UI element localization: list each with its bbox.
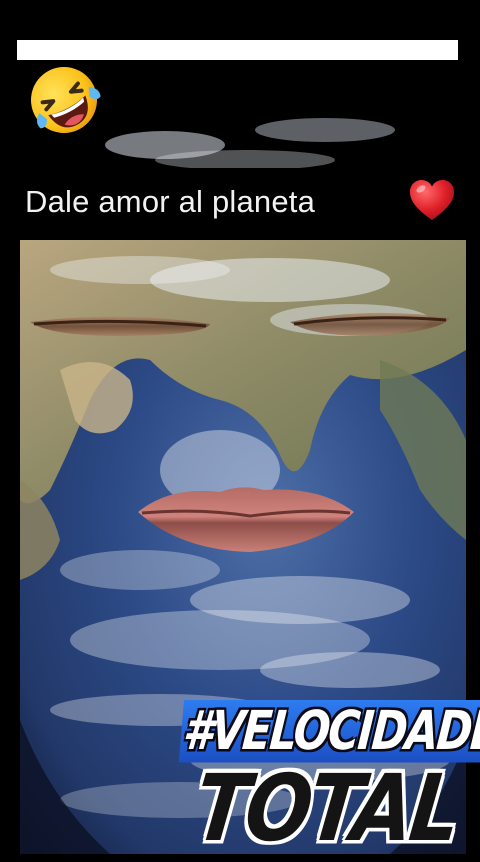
rolling-laughing-face-icon: [30, 67, 101, 133]
red-heart-icon: [410, 180, 454, 220]
video-caption: Dale amor al planeta: [25, 184, 316, 219]
brand-hashtag: #VELOCIDADE: [178, 700, 480, 763]
brand-total: TOTAL: [189, 756, 464, 862]
top-white-bar: [17, 40, 458, 60]
velocidade-total-logo: #VELOCIDADE TOTAL: [178, 700, 480, 862]
